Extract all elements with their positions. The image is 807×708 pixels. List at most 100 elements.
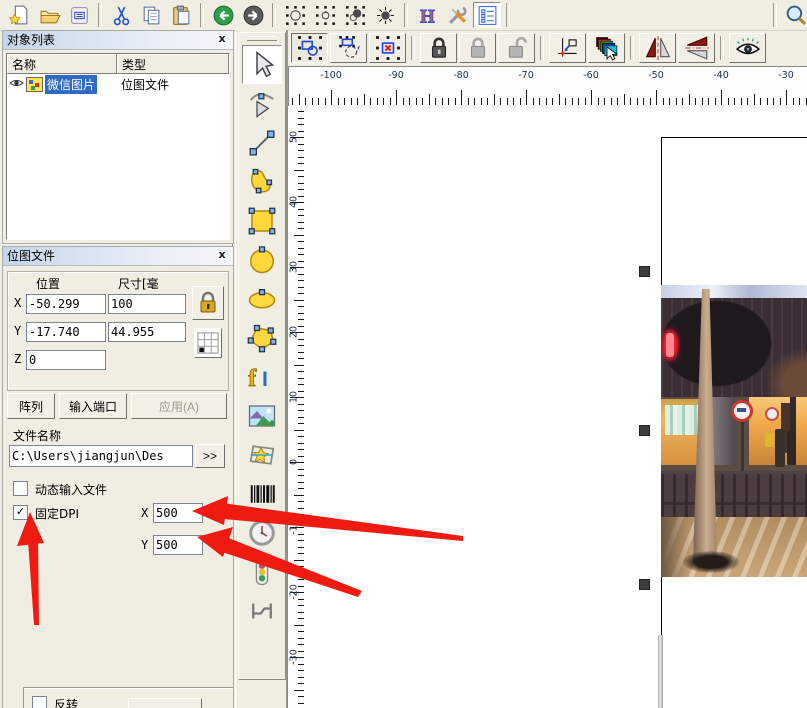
zoom-button[interactable] [782, 2, 807, 28]
undo-button[interactable] [209, 2, 237, 28]
barcode-tool-button[interactable] [242, 474, 282, 513]
toolbar-separator [200, 3, 204, 27]
lock-button[interactable] [420, 33, 457, 63]
dpi-y-input[interactable] [153, 535, 203, 555]
redo-icon [242, 4, 265, 27]
dpi-x-input[interactable] [153, 503, 203, 523]
anchor-grid-button[interactable] [194, 328, 222, 358]
selection-handle[interactable] [639, 579, 650, 590]
select-tool [247, 50, 277, 80]
new-button[interactable] [5, 2, 33, 28]
circle-tool-button[interactable] [242, 240, 282, 279]
polygon-tool-button[interactable] [242, 318, 282, 357]
selection-handle[interactable] [639, 425, 650, 436]
column-header-name[interactable]: 名称 [7, 54, 117, 74]
aspect-lock-button[interactable] [192, 286, 224, 320]
object-name[interactable]: 微信图片 [45, 75, 97, 94]
text-tool-button[interactable]: fI [242, 357, 282, 396]
line-tool [247, 128, 277, 158]
connector-tool-button[interactable] [242, 591, 282, 630]
page-edge-shadow [658, 635, 663, 708]
canvas[interactable] [304, 106, 807, 708]
invert-checkbox[interactable] [32, 696, 47, 708]
transform-tool-button[interactable] [242, 435, 282, 474]
save-button[interactable] [65, 2, 93, 28]
origin-button[interactable] [549, 33, 586, 63]
file-path-input[interactable] [9, 445, 193, 467]
main-toolbar: H [0, 0, 807, 31]
toolbar-grip[interactable] [247, 36, 277, 41]
page-top-edge [661, 137, 807, 138]
visibility-eye-icon[interactable] [9, 77, 24, 92]
tools-button[interactable] [443, 2, 471, 28]
x-size-input[interactable] [108, 294, 186, 314]
redo-button[interactable] [239, 2, 267, 28]
open-button[interactable] [35, 2, 63, 28]
select-group-button[interactable] [291, 33, 328, 63]
node-ball-icon [344, 4, 367, 27]
y-size-input[interactable] [108, 322, 186, 342]
select-tool-button[interactable] [242, 45, 282, 84]
array-button[interactable]: 阵列 [7, 393, 55, 419]
traffic-light-tool-button[interactable] [242, 552, 282, 591]
node-edit-tool-button[interactable] [242, 84, 282, 123]
partial-button[interactable] [128, 698, 202, 708]
svg-text:I: I [262, 366, 268, 390]
save-icon [68, 4, 91, 27]
invert-label[interactable]: 反转 [54, 696, 78, 708]
text-tool: fI [247, 362, 277, 392]
copy-button[interactable] [137, 2, 165, 28]
fixed-dpi-label[interactable]: 固定DPI [35, 505, 79, 522]
browse-button[interactable]: >> [195, 444, 225, 468]
freehand-tool-button[interactable] [242, 162, 282, 201]
mirror-vertical-button[interactable] [678, 33, 715, 63]
apply-button[interactable]: 应用(A) [131, 393, 227, 419]
object-name-cell: 微信图片 [7, 75, 117, 94]
select-rotate-button[interactable] [330, 33, 367, 63]
unlock-button[interactable] [459, 33, 496, 63]
object-type: 位图文件 [117, 76, 229, 93]
y-axis-label: Y [14, 324, 26, 338]
origin-icon [555, 35, 581, 61]
clock-tool-button[interactable] [242, 513, 282, 552]
z-position-input[interactable] [26, 350, 106, 370]
column-header-type[interactable]: 类型 [117, 54, 229, 74]
x-position-input[interactable] [26, 294, 106, 314]
placed-bitmap-image[interactable] [661, 285, 807, 577]
preview-eye-button[interactable] [729, 33, 766, 63]
toolbar-separator [540, 36, 544, 60]
object-list-titlebar: 对象列表 x [3, 31, 233, 50]
lock-open-button[interactable] [498, 33, 535, 63]
input-port-button[interactable]: 输入端口 [59, 393, 127, 419]
image-tool-button[interactable] [242, 396, 282, 435]
node-show-button[interactable] [281, 2, 309, 28]
y-position-input[interactable] [26, 322, 106, 342]
toolbar-separator [404, 3, 408, 27]
select-delete-button[interactable] [369, 33, 406, 63]
dynamic-input-checkbox[interactable] [13, 481, 28, 496]
cut-button[interactable] [107, 2, 135, 28]
ellipse-tool-button[interactable] [242, 279, 282, 318]
app-window: H 对象列表 x 名称 类型 微信图片 位图文件 [0, 0, 807, 708]
paste-button[interactable] [167, 2, 195, 28]
object-list-close-button[interactable]: x [215, 33, 229, 47]
node-ball-button[interactable] [341, 2, 369, 28]
dynamic-input-label[interactable]: 动态输入文件 [35, 481, 107, 498]
properties-icon [476, 4, 499, 27]
node-spike-button[interactable] [371, 2, 399, 28]
object-list[interactable]: 名称 类型 微信图片 位图文件 [6, 53, 230, 240]
select-delete-icon [375, 35, 401, 61]
object-list-row[interactable]: 微信图片 位图文件 [7, 74, 229, 95]
layers-button[interactable] [588, 33, 625, 63]
position-size-groupbox: 位置 尺寸[毫 X Y Z [7, 271, 229, 391]
layers-icon [594, 35, 620, 61]
rectangle-tool-button[interactable] [242, 201, 282, 240]
properties-button[interactable] [473, 2, 501, 28]
column-h-button[interactable]: H [413, 2, 441, 28]
bitmap-panel-close-button[interactable]: x [215, 249, 229, 263]
node-edit-button[interactable] [311, 2, 339, 28]
line-tool-button[interactable] [242, 123, 282, 162]
selection-handle[interactable] [639, 266, 650, 277]
fixed-dpi-checkbox[interactable] [13, 505, 28, 520]
mirror-horizontal-button[interactable] [639, 33, 676, 63]
